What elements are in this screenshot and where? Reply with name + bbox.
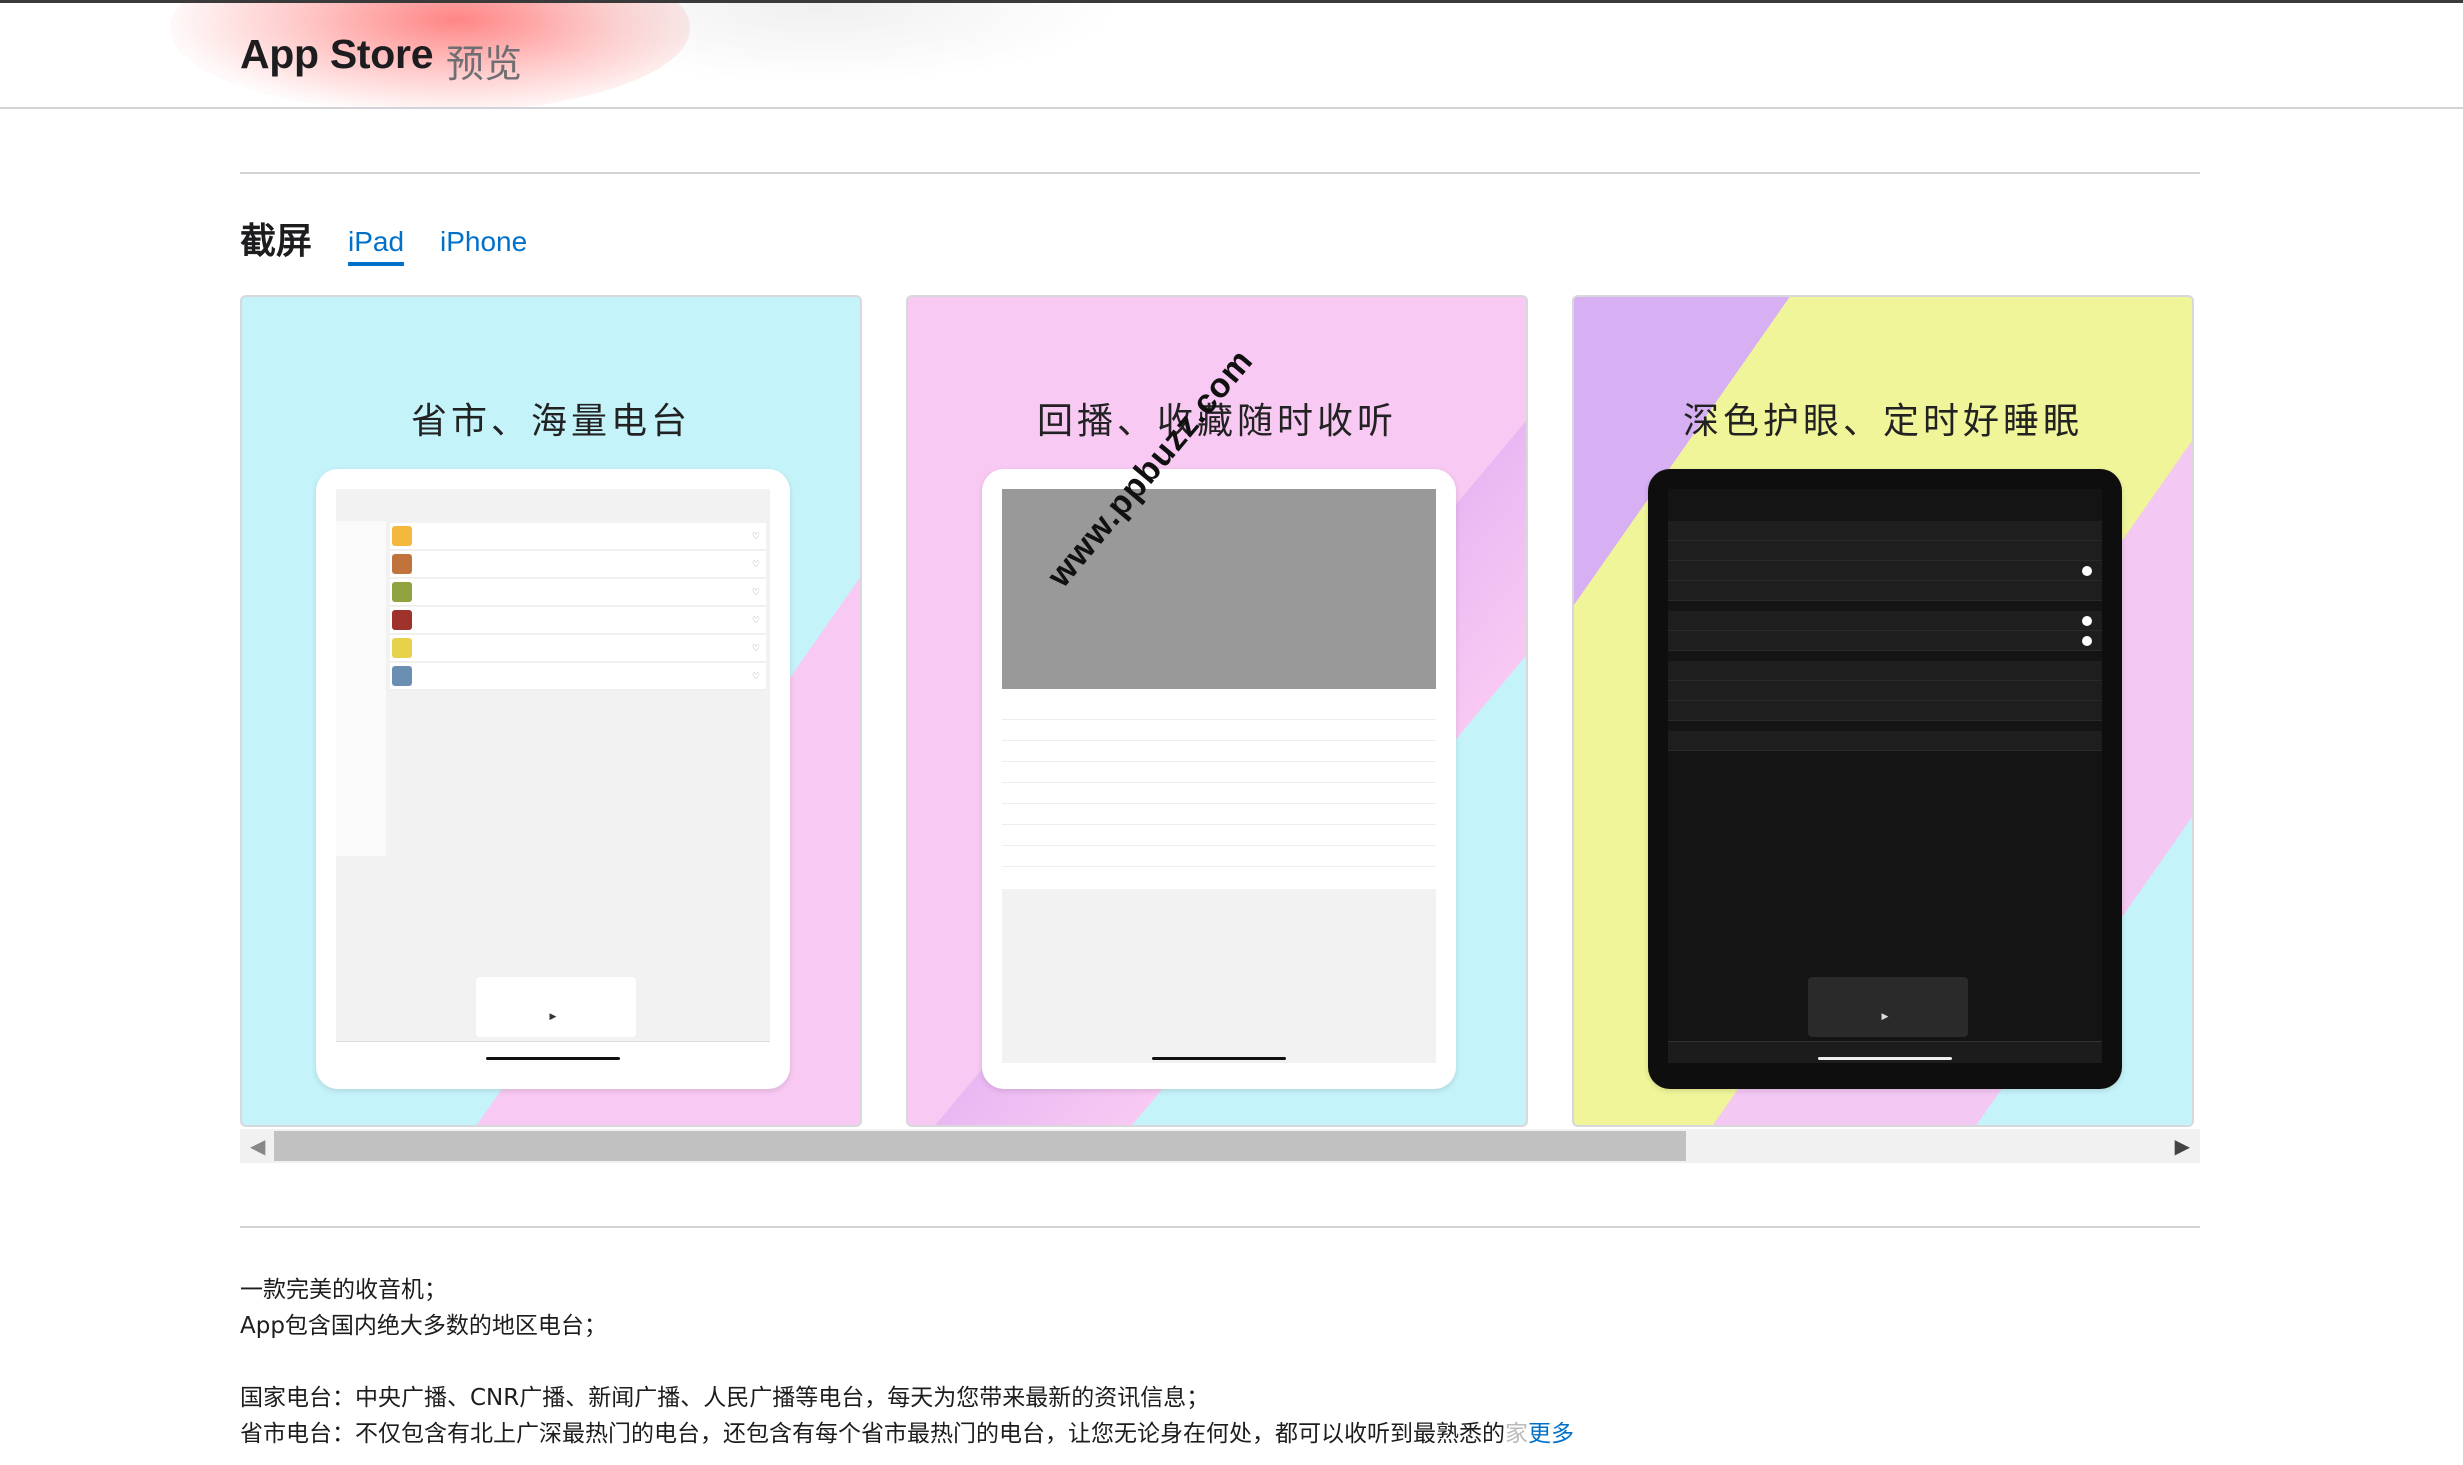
scroll-right-icon[interactable]: ▶ [2175, 1134, 2190, 1159]
setting-row [1668, 701, 2102, 721]
setting-row [1668, 561, 2102, 581]
list-item: ♡ [390, 579, 766, 606]
mini-player: ▶ [1808, 977, 1968, 1037]
tab-iphone[interactable]: iPhone [440, 226, 527, 258]
screenshot-scrollbar[interactable]: ◀ ▶ [240, 1129, 2200, 1163]
setting-row [1668, 521, 2102, 541]
screenshot-3[interactable]: 深色护眼、定时好睡眠 ▶ [1572, 295, 2194, 1127]
list-item: ♡ [390, 607, 766, 634]
tab-active-indicator [348, 262, 404, 266]
tab-ipad[interactable]: iPad [348, 226, 404, 258]
home-indicator [1818, 1057, 1952, 1060]
more-link[interactable]: 更多 [1528, 1421, 1574, 1447]
ipad-frame-dark: ▶ [1648, 469, 2122, 1089]
header: App Store 预览 [0, 3, 2463, 109]
player-controls-icon: ▶ [1881, 1011, 1895, 1021]
screenshot-caption: 深色护眼、定时好睡眠 [1682, 401, 2083, 442]
app-sidebar [336, 521, 386, 856]
setting-row [1668, 581, 2102, 601]
setting-row [1668, 541, 2102, 561]
preview-label: 预览 [446, 42, 523, 86]
screenshot-1[interactable]: 省市、海量电台 ♡ ♡ ♡ ♡ ♡ ♡ ▶ [240, 295, 862, 1127]
setting-row [1668, 661, 2102, 681]
home-indicator [486, 1057, 620, 1060]
ipad-screen: ▶ [1668, 489, 2102, 1063]
list-item: ♡ [390, 551, 766, 578]
scroll-thumb[interactable] [274, 1131, 1686, 1161]
scroll-left-icon[interactable]: ◀ [250, 1134, 265, 1159]
player-controls-icon: ▶ [549, 1011, 563, 1021]
home-indicator [1152, 1057, 1286, 1060]
screenshot-2[interactable]: 回播、收藏随时收听 [906, 295, 1528, 1127]
ipad-screen: ♡ ♡ ♡ ♡ ♡ ♡ ▶ [336, 489, 770, 1063]
description-line: 一款完美的收音机； [240, 1277, 447, 1303]
mini-player: ▶ [476, 977, 636, 1037]
toggle-icon [2082, 636, 2092, 646]
description-text: 省市电台：不仅包含有北上广深最热门的电台，还包含有每个省市最热门的电台，让您无论… [240, 1421, 1505, 1447]
toggle-icon [2082, 566, 2092, 576]
description-line-truncated: 省市电台：不仅包含有北上广深最热门的电台，还包含有每个省市最热门的电台，让您无论… [240, 1414, 1574, 1448]
description-line: App包含国内绝大多数的地区电台； [240, 1313, 607, 1339]
list-item: ♡ [390, 523, 766, 550]
divider-description [240, 1226, 2200, 1228]
setting-row [1668, 611, 2102, 631]
setting-row [1668, 631, 2102, 651]
divider-top [240, 172, 2200, 174]
screenshot-caption: 省市、海量电台 [410, 401, 691, 442]
screenshots-heading: 截屏 [240, 221, 313, 262]
setting-row [1668, 681, 2102, 701]
list-item: ♡ [390, 635, 766, 662]
setting-row [1668, 731, 2102, 751]
app-store-title[interactable]: App Store [240, 31, 434, 78]
toggle-icon [2082, 616, 2092, 626]
list-item: ♡ [390, 663, 766, 690]
description-fade: 家 [1505, 1421, 1528, 1447]
ipad-frame: ♡ ♡ ♡ ♡ ♡ ♡ ▶ [316, 469, 790, 1089]
program-sheet [1002, 689, 1436, 889]
description-line: 国家电台：中央广播、CNR广播、新闻广播、人民广播等电台，每天为您带来最新的资讯… [240, 1385, 1210, 1411]
